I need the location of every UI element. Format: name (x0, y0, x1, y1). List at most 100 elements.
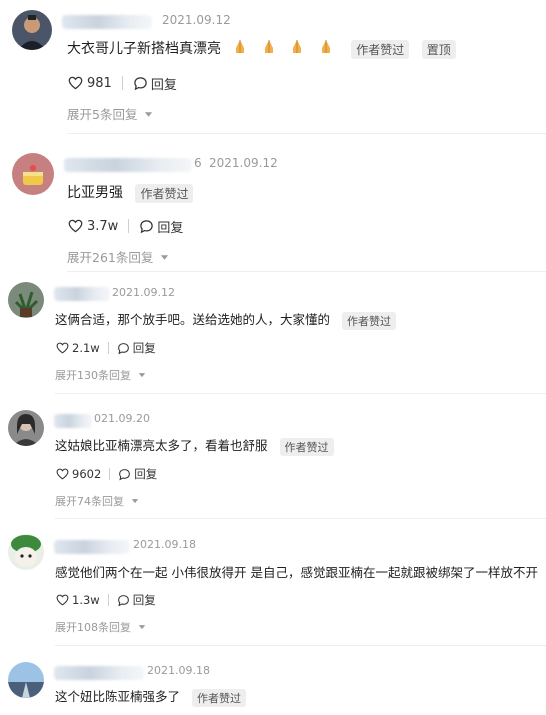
pinned-tag: 置顶 (421, 39, 456, 59)
like-count: 9602 (72, 467, 102, 481)
praying-hands-emoji-icon (293, 40, 302, 53)
author-liked-tag: 作者赞过 (342, 311, 396, 330)
avatar-road-icon (8, 662, 44, 698)
comment-date: 2021.09.12 (112, 286, 175, 299)
comment-text-body: 比亚男强 (67, 185, 123, 201)
avatar-cat-icon (8, 534, 44, 570)
expand-replies[interactable]: 展开74条回复 (55, 493, 139, 509)
reply-label: 回复 (132, 593, 156, 607)
reply-label: 回复 (150, 77, 177, 93)
reply-button[interactable]: 回复 (118, 466, 157, 482)
like-button[interactable]: 1.3w (56, 593, 100, 607)
action-separator (128, 219, 130, 233)
comment-divider (67, 271, 546, 272)
avatar[interactable] (12, 10, 52, 50)
comment-text: 比亚男强 作者赞过 (67, 182, 194, 203)
avatar[interactable] (8, 282, 44, 318)
heart-outline-icon (56, 468, 69, 480)
like-button[interactable]: 9602 (56, 467, 101, 481)
caret-down-icon (138, 625, 145, 630)
comment-actions: 3.7w 回复 (68, 217, 183, 236)
avatar-man-icon (12, 10, 52, 50)
heart-outline-icon (68, 219, 83, 233)
avatar[interactable] (8, 534, 44, 570)
comment-date: 021.09.20 (94, 412, 150, 425)
like-count: 1.3w (72, 593, 100, 607)
username-blurred[interactable] (54, 666, 144, 680)
author-liked-tag: 作者赞过 (192, 688, 246, 707)
expand-replies-label: 展开261条回复 (67, 250, 154, 265)
comment-actions: 981 回复 (68, 74, 177, 93)
speech-bubble-icon (140, 219, 154, 233)
reply-label: 回复 (134, 467, 158, 481)
avatar[interactable] (12, 153, 54, 195)
comment-date: 2021.09.12 (209, 156, 278, 170)
reply-button[interactable]: 回复 (133, 74, 177, 93)
comment-divider (67, 133, 546, 134)
comment-text: 这个妞比陈亚楠强多了 作者赞过 (55, 686, 246, 707)
expand-replies[interactable]: 展开261条回复 (67, 247, 169, 266)
comment-text-body: 这个妞比陈亚楠强多了 (55, 689, 181, 704)
comment-text: 感觉他们两个在一起 小伟很放得开 是自己，感觉跟亚楠在一起就跟被绑架了一样放不开 (55, 565, 538, 580)
heart-outline-icon (56, 342, 69, 354)
expand-replies-label: 展开74条回复 (55, 495, 124, 508)
username-blurred[interactable] (62, 15, 152, 29)
comment-text-body: 这俩合适，那个放手吧。送给选她的人，大家懂的 (55, 312, 331, 327)
action-separator (107, 342, 109, 354)
name-suffix: 6 (194, 156, 202, 170)
heart-outline-icon (56, 594, 69, 606)
avatar[interactable] (8, 410, 44, 446)
comment-actions: 9602 回复 (56, 466, 157, 482)
like-count: 2.1w (72, 341, 100, 355)
comment-text: 大衣哥儿子新搭档真漂亮 作者赞过 置顶 (67, 38, 456, 59)
comment-divider (55, 518, 546, 519)
reply-button[interactable]: 回复 (139, 217, 183, 236)
comment-actions: 1.3w 回复 (56, 592, 156, 608)
comment-text-body: 这姑娘比亚楠漂亮太多了，看着也舒服 (55, 438, 268, 453)
reply-button[interactable]: 回复 (117, 340, 156, 356)
like-count: 981 (87, 75, 112, 91)
comment-text: 这姑娘比亚楠漂亮太多了，看着也舒服 作者赞过 (55, 435, 334, 456)
emoji-group (225, 39, 332, 57)
action-separator (121, 76, 123, 90)
comment-divider (55, 393, 546, 394)
comment-date: 2021.09.12 (162, 13, 231, 27)
avatar-woman-icon (8, 410, 44, 446)
like-button[interactable]: 981 (68, 76, 112, 91)
author-liked-tag: 作者赞过 (279, 437, 334, 456)
comment-text: 这俩合适，那个放手吧。送给选她的人，大家懂的 作者赞过 (55, 309, 396, 330)
action-separator (107, 594, 109, 606)
reply-label: 回复 (157, 220, 184, 236)
username-blurred[interactable] (54, 414, 92, 428)
reply-button[interactable]: 回复 (117, 592, 156, 608)
author-liked-tag: 作者赞过 (135, 183, 194, 203)
speech-bubble-icon (119, 468, 131, 480)
caret-down-icon (161, 255, 169, 260)
praying-hands-emoji-icon (321, 40, 330, 53)
like-button[interactable]: 3.7w (68, 219, 118, 234)
avatar-cake-icon (12, 153, 54, 195)
expand-replies[interactable]: 展开108条回复 (55, 619, 146, 635)
expand-replies[interactable]: 展开130条回复 (55, 367, 146, 383)
username-blurred[interactable] (54, 540, 130, 554)
username-blurred[interactable] (54, 287, 110, 301)
like-button[interactable]: 2.1w (56, 341, 100, 355)
caret-down-icon (138, 373, 145, 378)
like-count: 3.7w (87, 218, 119, 234)
caret-down-icon (131, 499, 138, 504)
avatar[interactable] (8, 662, 44, 698)
username-blurred[interactable] (64, 158, 192, 172)
expand-replies-label: 展开130条回复 (55, 369, 131, 382)
avatar-plant-icon (8, 282, 44, 318)
comment-text-body: 大衣哥儿子新搭档真漂亮 (67, 41, 221, 57)
action-separator (109, 468, 111, 480)
caret-down-icon (145, 112, 153, 117)
expand-replies[interactable]: 展开5条回复 (67, 104, 153, 123)
speech-bubble-icon (134, 76, 147, 90)
speech-bubble-icon (117, 594, 129, 606)
comment-actions: 2.1w 回复 (56, 340, 156, 356)
heart-outline-icon (68, 76, 83, 90)
comment-divider (55, 645, 546, 646)
expand-replies-label: 展开108条回复 (55, 621, 131, 634)
comment-date: 2021.09.18 (133, 538, 196, 551)
